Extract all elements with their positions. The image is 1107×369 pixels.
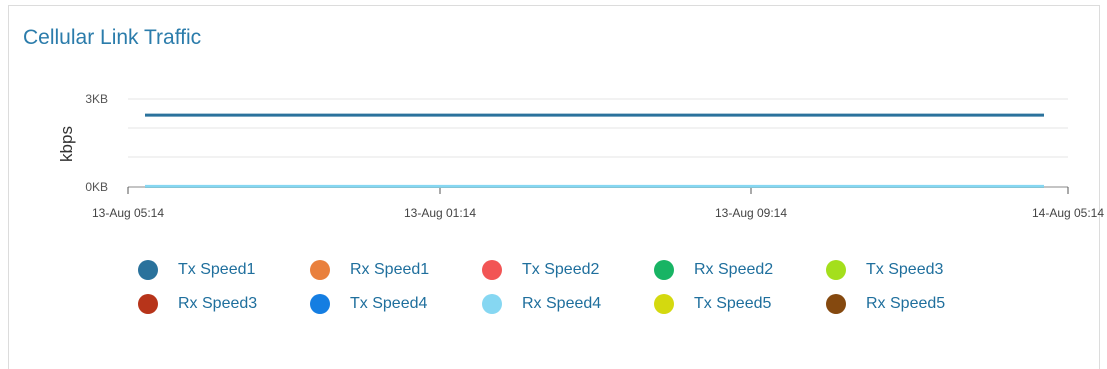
legend-item-tx-speed5[interactable]: Tx Speed5: [654, 292, 826, 316]
legend-marker-icon: [310, 260, 330, 280]
legend-label: Tx Speed5: [694, 295, 772, 312]
y-tick-label: 0KB: [85, 180, 108, 194]
legend-label: Tx Speed1: [178, 261, 256, 278]
chart-legend: Tx Speed1 Rx Speed1 Tx Speed2 Rx Speed2 Tx S…: [138, 258, 1038, 316]
legend-label: Tx Speed2: [522, 261, 600, 278]
legend-label: Tx Speed4: [350, 295, 428, 312]
legend-item-tx-speed4[interactable]: Tx Speed4: [310, 292, 482, 316]
legend-item-rx-speed4[interactable]: Rx Speed4: [482, 292, 654, 316]
legend-marker-icon: [310, 294, 330, 314]
x-tick-label: 13-Aug 01:14: [404, 206, 476, 220]
legend-item-tx-speed1[interactable]: Tx Speed1: [138, 258, 310, 282]
legend-item-rx-speed5[interactable]: Rx Speed5: [826, 292, 998, 316]
legend-item-tx-speed3[interactable]: Tx Speed3: [826, 258, 998, 282]
legend-item-rx-speed3[interactable]: Rx Speed3: [138, 292, 310, 316]
x-tick-label: 13-Aug 05:14: [92, 206, 164, 220]
legend-marker-icon: [654, 294, 674, 314]
legend-marker-icon: [826, 294, 846, 314]
y-axis-label: kbps: [57, 126, 76, 162]
legend-item-rx-speed1[interactable]: Rx Speed1: [310, 258, 482, 282]
legend-item-rx-speed2[interactable]: Rx Speed2: [654, 258, 826, 282]
legend-label: Rx Speed1: [350, 261, 430, 278]
y-tick-label: 3KB: [85, 92, 108, 106]
legend-marker-icon: [138, 260, 158, 280]
legend-marker-icon: [826, 260, 846, 280]
x-tick-label: 13-Aug 09:14: [715, 206, 787, 220]
legend-marker-icon: [138, 294, 158, 314]
legend-label: Rx Speed4: [522, 295, 602, 312]
legend-marker-icon: [482, 260, 502, 280]
legend-label: Rx Speed3: [178, 295, 258, 312]
legend-item-tx-speed2[interactable]: Tx Speed2: [482, 258, 654, 282]
legend-marker-icon: [482, 294, 502, 314]
legend-label: Rx Speed5: [866, 295, 946, 312]
legend-marker-icon: [654, 260, 674, 280]
legend-label: Tx Speed3: [866, 261, 944, 278]
legend-label: Rx Speed2: [694, 261, 774, 278]
x-tick-label: 14-Aug 05:14: [1032, 206, 1104, 220]
